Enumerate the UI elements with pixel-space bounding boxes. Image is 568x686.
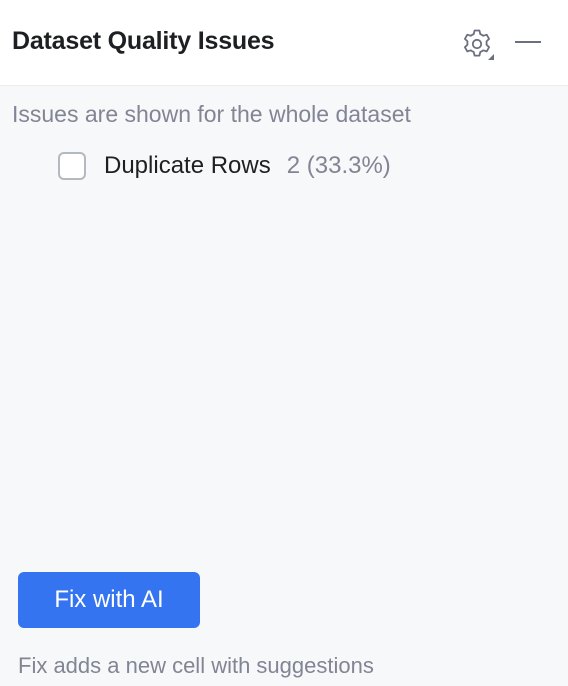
issue-row-duplicate-rows[interactable]: Duplicate Rows 2 (33.3%) — [58, 150, 391, 182]
fix-note-text: Fix adds a new cell with suggestions — [18, 653, 374, 678]
fix-with-ai-button[interactable]: Fix with AI — [18, 572, 200, 628]
panel-title: Dataset Quality Issues — [12, 27, 275, 55]
dataset-quality-panel: Dataset Quality Issues Issues are shown … — [0, 0, 568, 686]
gear-icon[interactable] — [460, 27, 496, 63]
duplicate-rows-checkbox[interactable] — [58, 152, 86, 180]
minimize-icon[interactable] — [512, 26, 544, 58]
issue-label: Duplicate Rows — [104, 152, 271, 179]
panel-header: Dataset Quality Issues — [0, 0, 568, 86]
issue-count: 2 (33.3%) — [286, 152, 391, 179]
issues-scope-text: Issues are shown for the whole dataset — [12, 101, 411, 127]
